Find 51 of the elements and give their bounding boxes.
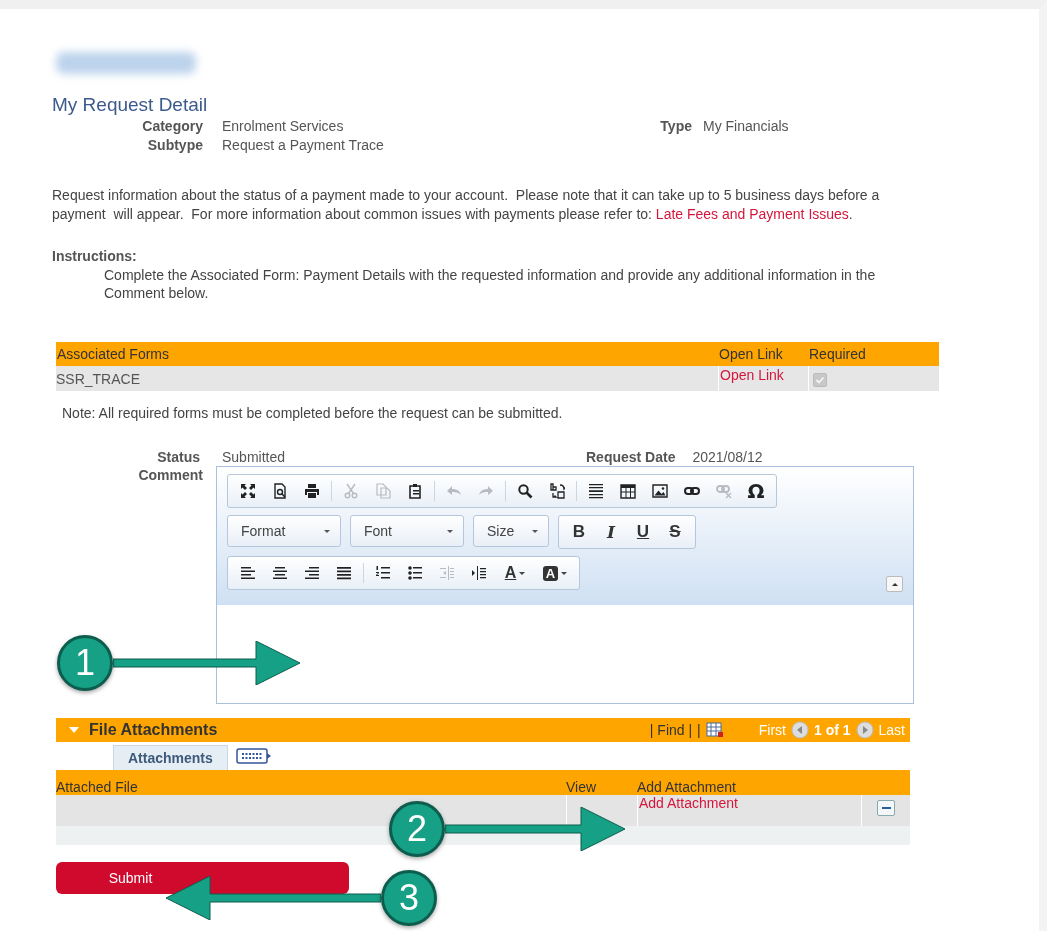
column-header: Associated Forms [56,346,171,362]
style-button[interactable]: S [659,519,691,545]
background-color-button[interactable]: A [535,560,575,586]
callout-badge: 1 [57,635,113,691]
note-text: Note: All required forms must be completed before the request can be submitted. [62,405,564,421]
page-count: 1 of 1 [813,722,851,738]
table-cell-text: SSR_TRACE [56,370,142,387]
field-value: Submitted [222,449,287,465]
help-link[interactable]: Late Fees and Payment Issues [655,206,849,222]
field-label: Request Date [586,449,676,465]
rich-text-editor[interactable]: Ω Format Font Size B I U S A A [216,466,914,704]
page-title: My Request Detail [52,94,209,116]
field-label: Subtype [146,137,203,153]
separator-text: | [697,722,701,738]
tab[interactable]: Attachments [113,745,228,770]
style-button[interactable]: B [563,519,595,545]
column-header: Attached File [56,779,139,795]
collapse-toolbar-button[interactable] [886,576,903,592]
style-button[interactable]: U [627,519,659,545]
text-color-button[interactable]: A [495,560,535,586]
submit-button[interactable]: Submit [56,862,205,894]
dropdown[interactable]: Format [227,515,341,547]
field-value: Request a Payment Trace [222,137,385,153]
spreadsheet-icon[interactable] [705,722,724,738]
delete-row-button[interactable] [877,800,895,816]
field-label: Category [141,118,203,134]
field-value: My Financials [703,118,790,134]
column-header: View [566,779,598,795]
check-icon [815,375,825,385]
find-link[interactable]: | Find | [649,722,693,738]
field-value: Enrolment Services [222,118,345,134]
field-label: Status [156,449,200,465]
field-label: Comment [137,466,203,483]
next-icon[interactable] [855,721,874,739]
section-title: File Attachments [89,721,218,739]
column-header: Open Link [718,346,784,362]
column-header: Required [808,346,867,362]
instructions-text: Complete the Associated Form: Payment Details with the requested information and provide any additional information in the Comment below. [104,266,877,302]
special-character-button[interactable]: Ω [740,478,772,504]
field-value: 2021/08/12 [692,449,763,465]
previous-icon[interactable] [790,721,809,739]
grid-view-icon[interactable] [235,748,272,766]
dropdown[interactable]: Size [473,515,549,547]
callout-badge: 3 [381,870,437,926]
dropdown[interactable]: Font [350,515,464,547]
field-label: Type [659,118,692,134]
column-header: Add Attachment [637,779,737,795]
instructions-heading: Instructions: [52,248,138,264]
add-attachment-link[interactable]: Add Attachment [638,795,738,811]
description-text: Request information about the status of a payment made to your account. Please note that it can take up to 5 business days before a payment will appear. For more information about common issues with payments please refer to: Late Fees and Payment Issues. [52,186,881,224]
style-button[interactable]: I [595,519,627,545]
